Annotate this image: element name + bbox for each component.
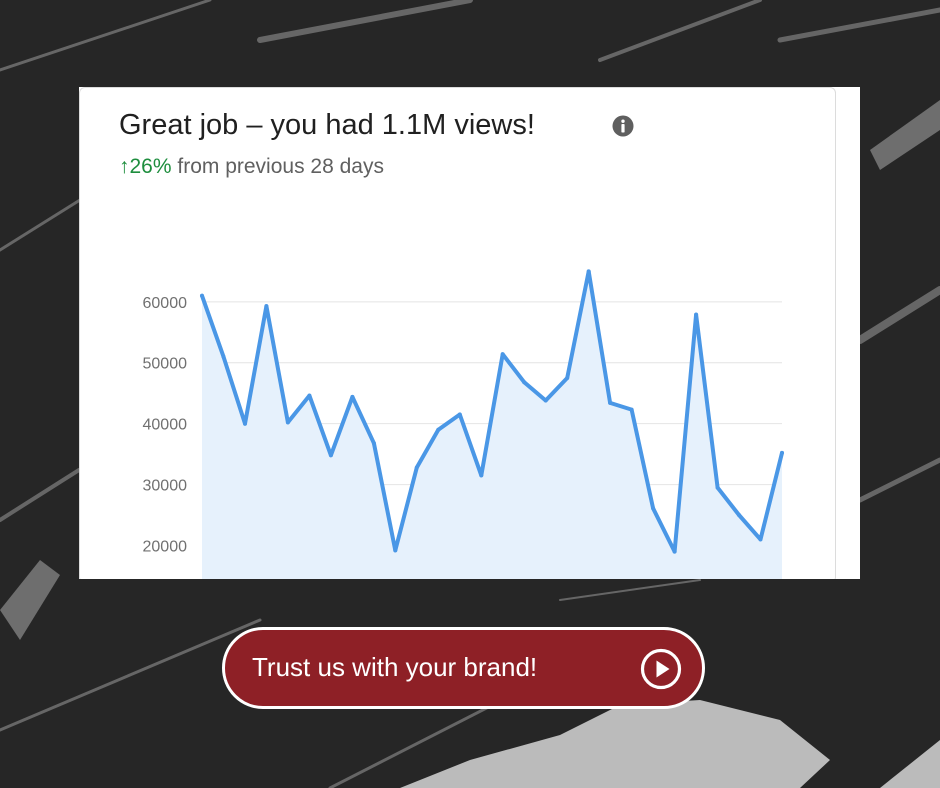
data-point xyxy=(307,393,312,398)
data-point xyxy=(200,293,204,298)
data-point xyxy=(393,548,398,553)
data-point xyxy=(436,427,441,432)
data-point xyxy=(414,465,419,470)
y-tick-label: 60000 xyxy=(143,295,188,312)
y-tick-label: 30000 xyxy=(143,478,188,495)
trust-us-button[interactable]: Trust us with your brand! xyxy=(222,627,705,709)
views-chart: 20000 30000 40000 50000 60000 xyxy=(143,269,784,579)
data-point xyxy=(586,269,591,274)
data-point xyxy=(565,376,570,380)
data-point xyxy=(221,354,226,359)
data-point xyxy=(780,450,784,455)
data-point xyxy=(457,412,462,417)
data-point xyxy=(629,407,634,412)
data-point xyxy=(543,398,548,403)
data-point xyxy=(243,421,247,426)
data-point xyxy=(328,453,333,458)
y-tick-label: 50000 xyxy=(143,356,188,373)
play-circle-icon xyxy=(640,648,682,690)
data-point xyxy=(350,394,355,399)
data-point xyxy=(672,549,677,554)
cta-label: Trust us with your brand! xyxy=(252,652,538,682)
data-point xyxy=(285,420,290,425)
data-point xyxy=(737,513,741,517)
analytics-card: Great job – you had 1.1M views! ↑26% fro… xyxy=(79,87,860,579)
data-point xyxy=(479,473,484,478)
data-point xyxy=(694,312,699,317)
data-point xyxy=(522,380,527,385)
y-tick-label: 40000 xyxy=(143,417,188,434)
data-point xyxy=(651,506,656,511)
data-point xyxy=(264,304,269,309)
data-point xyxy=(500,352,505,357)
data-point xyxy=(608,400,613,405)
data-point xyxy=(371,441,376,446)
y-tick-label: 20000 xyxy=(143,538,188,555)
data-point xyxy=(715,485,720,490)
data-point xyxy=(758,537,763,542)
